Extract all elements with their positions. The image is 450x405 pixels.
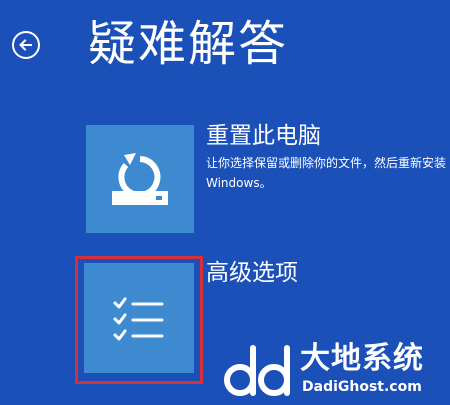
advanced-options-title: 高级选项 <box>206 260 298 286</box>
watermark: 大地系统 DadiGhost.com <box>222 340 444 400</box>
watermark-brand-en: DadiGhost.com <box>302 379 422 395</box>
reset-pc-title: 重置此电脑 <box>206 123 321 149</box>
dd-logo-icon <box>224 345 290 396</box>
page-title: 疑难解答 <box>88 16 289 72</box>
watermark-brand-cn: 大地系统 <box>300 341 424 376</box>
reset-pc-tile[interactable] <box>86 125 194 233</box>
reset-pc-icon <box>112 153 168 205</box>
highlight-box <box>75 256 203 384</box>
back-arrow-icon <box>19 39 32 51</box>
reset-pc-description: 让你选择保留或删除你的文件，然后重新安装 Windows。 <box>206 156 447 190</box>
back-button[interactable] <box>12 31 40 59</box>
